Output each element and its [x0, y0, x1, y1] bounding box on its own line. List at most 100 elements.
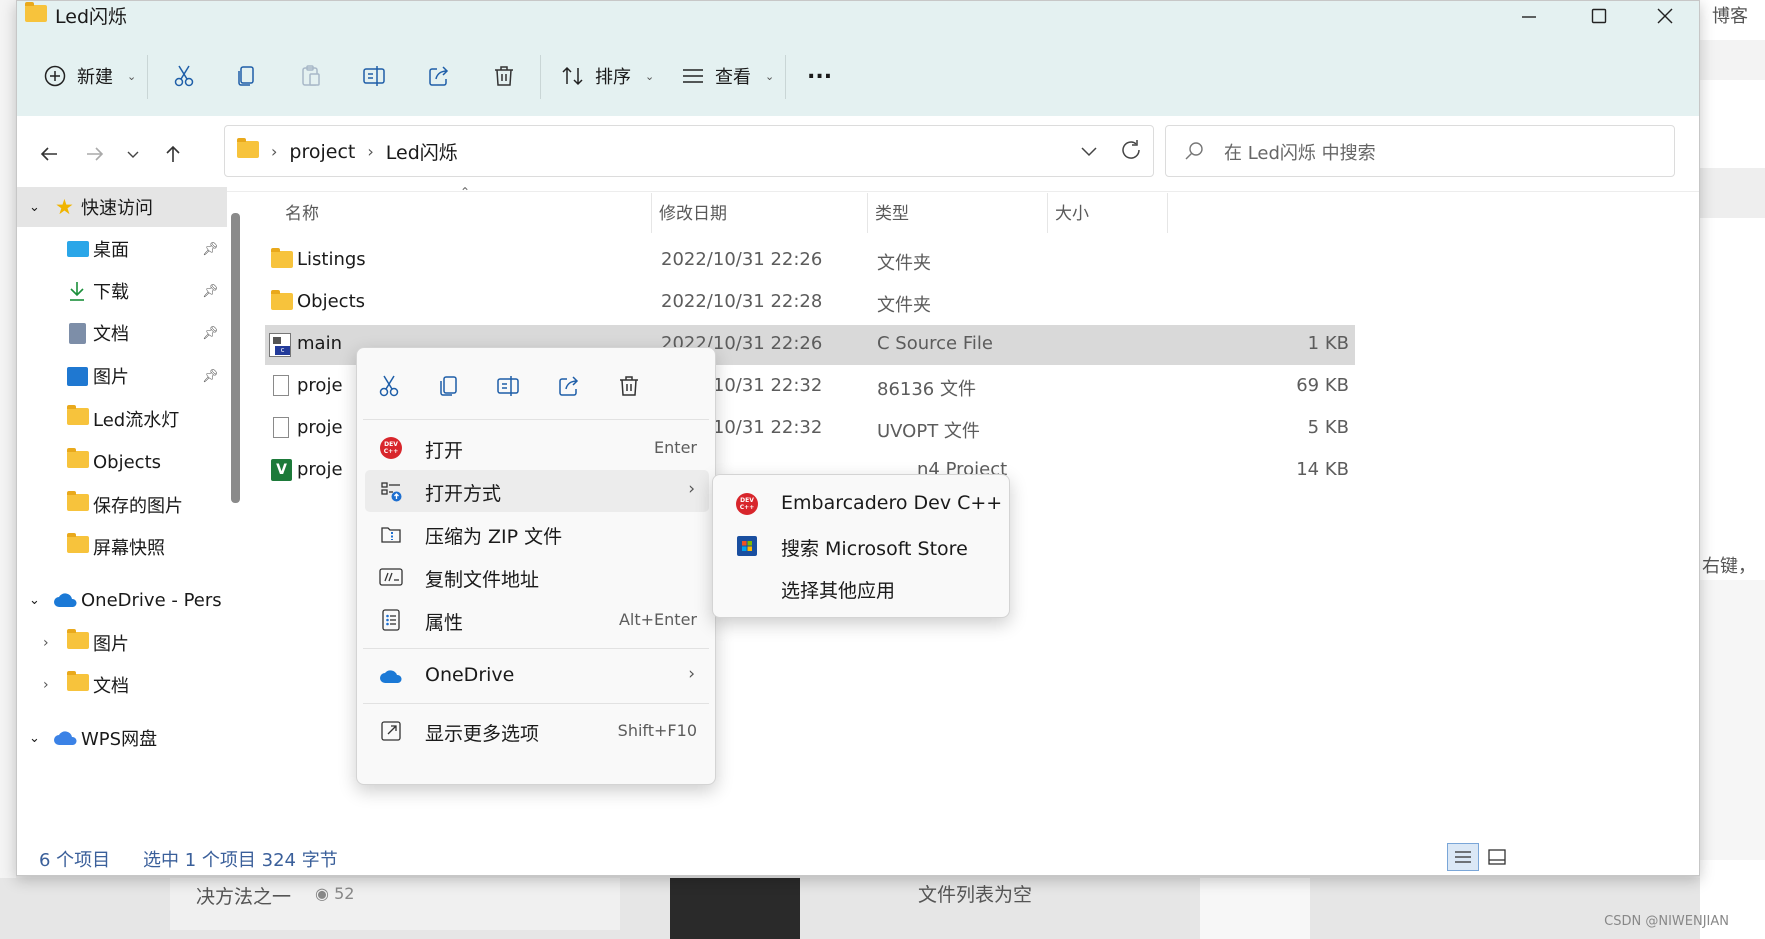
rename-button[interactable]: [362, 54, 388, 98]
delete-button[interactable]: [492, 54, 516, 98]
view-lines-icon: [683, 69, 703, 83]
rename-icon: [497, 376, 519, 396]
column-divider[interactable]: [867, 193, 868, 233]
menu-item-copy-path[interactable]: 复制文件地址: [365, 556, 709, 598]
chevron-down-icon: ⌄: [127, 69, 137, 83]
recent-locations-button[interactable]: [117, 138, 149, 170]
table-row[interactable]: Listings 2022/10/31 22:26 文件夹: [265, 241, 1355, 281]
more-options-button[interactable]: ...: [807, 49, 832, 93]
up-button[interactable]: [157, 138, 189, 170]
sort-button[interactable]: 排序 ⌄: [561, 54, 654, 98]
properties-icon: [379, 608, 403, 632]
close-button[interactable]: [1630, 1, 1699, 31]
folder-icon: [271, 290, 293, 315]
sidebar-item-onedrive[interactable]: ⌄ OneDrive - Pers: [17, 580, 243, 620]
sidebar-item-folder[interactable]: Led流水灯: [17, 399, 227, 439]
column-divider[interactable]: [1167, 193, 1168, 233]
copy-button[interactable]: [235, 54, 259, 98]
chevron-down-icon: ⌄: [645, 69, 655, 83]
cut-button[interactable]: [172, 54, 196, 98]
submenu-item-choose-other-app[interactable]: 选择其他应用: [721, 567, 1003, 609]
minimize-button[interactable]: [1494, 1, 1564, 31]
view-label: 查看: [715, 67, 751, 88]
sidebar-item-quick-access[interactable]: ⌄ ★ 快速访问: [17, 187, 227, 227]
forward-button[interactable]: [79, 138, 111, 170]
sidebar-item-documents[interactable]: 文档 📌︎: [17, 313, 227, 353]
table-row[interactable]: Objects 2022/10/31 22:28 文件夹: [265, 283, 1355, 323]
background-strip: [1700, 40, 1765, 80]
folder-icon: [271, 248, 293, 273]
menu-item-label: 显示更多选项: [425, 723, 540, 745]
desktop-icon: [67, 241, 89, 257]
maximize-button[interactable]: [1564, 1, 1634, 31]
share-button[interactable]: [427, 54, 451, 98]
file-name: Objects: [297, 291, 366, 312]
sidebar-item-folder[interactable]: › 图片: [17, 623, 227, 663]
sidebar-item-downloads[interactable]: 下载 📌︎: [17, 271, 227, 311]
address-bar[interactable]: › project › Led闪烁: [224, 125, 1154, 177]
column-divider[interactable]: [1047, 193, 1048, 233]
c-source-file-icon: c: [269, 333, 291, 357]
menu-item-open[interactable]: DEV C++ 打开 Enter: [365, 427, 709, 469]
sidebar-item-pictures[interactable]: 图片 📌︎: [17, 356, 227, 396]
menu-item-open-with[interactable]: 打开方式 ›: [365, 470, 709, 512]
minimize-icon: [1522, 16, 1536, 18]
document-icon: [69, 322, 86, 344]
submenu-item-label: Embarcadero Dev C++: [781, 492, 1003, 514]
arrow-left-icon: [40, 147, 57, 161]
submenu-item-microsoft-store[interactable]: 搜索 Microsoft Store: [721, 525, 1003, 567]
file-date: 2022/10/31 22:28: [661, 291, 823, 312]
preview-view-button[interactable]: [1481, 843, 1513, 871]
cloud-icon: [54, 731, 77, 745]
back-button[interactable]: [33, 138, 65, 170]
context-delete-button[interactable]: [611, 368, 647, 404]
sidebar-item-folder[interactable]: Objects: [17, 442, 227, 482]
menu-item-compress-zip[interactable]: 压缩为 ZIP 文件: [365, 513, 709, 555]
context-share-button[interactable]: [551, 368, 587, 404]
sidebar-item-folder[interactable]: 屏幕快照: [17, 527, 227, 567]
breadcrumb-item[interactable]: project: [289, 141, 355, 163]
sidebar-item-wps[interactable]: ⌄ WPS网盘: [17, 718, 227, 758]
chevron-down-icon: ⌄: [29, 199, 40, 215]
column-header-name[interactable]: 名称: [285, 199, 319, 224]
view-button[interactable]: 查看 ⌄: [681, 54, 774, 98]
menu-item-properties[interactable]: 属性 Alt+Enter: [365, 599, 709, 641]
column-header-size[interactable]: 大小: [1055, 199, 1089, 224]
status-bar: 6 个项目 选中 1 个项目 324 字节: [17, 837, 1699, 875]
sidebar-item-folder[interactable]: › 文档: [17, 665, 227, 705]
pictures-icon: [67, 366, 88, 386]
breadcrumb: › project › Led闪烁: [237, 137, 458, 165]
column-divider[interactable]: [651, 193, 652, 233]
onedrive-icon: [54, 593, 77, 607]
preview-view-icon: [1488, 849, 1506, 865]
file-icon: [273, 417, 289, 438]
sidebar-item-folder[interactable]: 保存的图片: [17, 485, 227, 525]
title-bar[interactable]: Led闪烁: [17, 1, 1699, 33]
submenu-item-devcpp[interactable]: DEV C++ Embarcadero Dev C++: [721, 483, 1003, 525]
sidebar-item-label: Led流水灯: [93, 410, 180, 431]
sidebar-item-desktop[interactable]: 桌面 📌︎: [17, 229, 227, 269]
column-header-date[interactable]: 修改日期: [659, 199, 727, 224]
window-title: Led闪烁: [55, 6, 128, 28]
context-copy-button[interactable]: [431, 368, 467, 404]
folder-icon: [67, 629, 89, 654]
context-cut-button[interactable]: [371, 368, 407, 404]
menu-item-show-more-options[interactable]: 显示更多选项 Shift+F10: [365, 710, 709, 752]
search-input[interactable]: 在 Led闪烁 中搜索: [1165, 125, 1675, 177]
details-view-button[interactable]: [1447, 843, 1479, 871]
background-text: 决方法之一: [196, 886, 292, 908]
file-type: C Source File: [877, 333, 993, 354]
sidebar-scrollbar[interactable]: [231, 213, 240, 503]
file-size: 14 KB: [1296, 459, 1349, 480]
address-dropdown-button[interactable]: [1080, 142, 1098, 164]
refresh-button[interactable]: [1120, 139, 1142, 165]
paste-button[interactable]: [299, 54, 323, 98]
context-rename-button[interactable]: [491, 368, 527, 404]
breadcrumb-item[interactable]: Led闪烁: [386, 138, 458, 165]
new-button[interactable]: 新建 ⌄: [43, 54, 136, 98]
open-with-submenu: DEV C++ Embarcadero Dev C++ 搜索 Microsoft …: [712, 474, 1010, 618]
copy-icon: [440, 376, 457, 396]
menu-item-onedrive[interactable]: OneDrive ›: [365, 655, 709, 697]
file-size: 5 KB: [1307, 417, 1349, 438]
column-header-type[interactable]: 类型: [875, 199, 909, 224]
